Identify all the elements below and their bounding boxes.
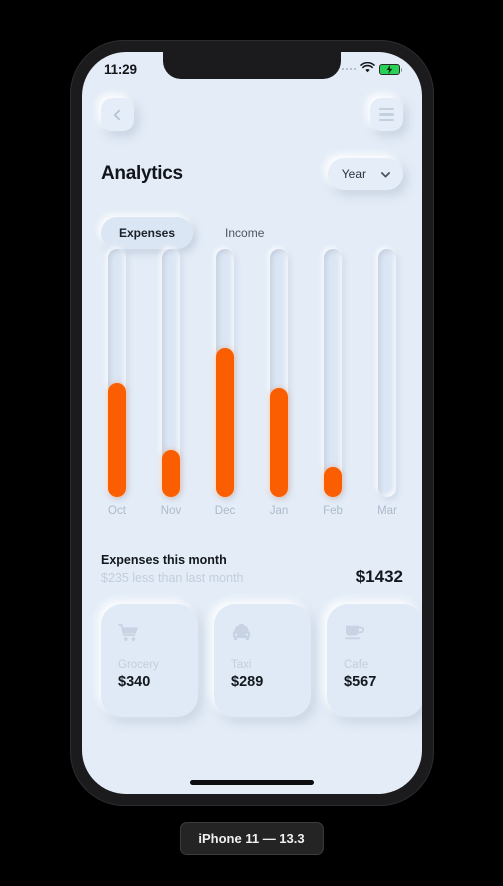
summary-texts: Expenses this month $235 less than last … xyxy=(101,553,243,585)
category-amount: $289 xyxy=(231,674,264,690)
chevron-down-icon xyxy=(380,167,391,178)
title-row: Analytics Year xyxy=(101,158,403,190)
bar-track xyxy=(162,249,180,497)
tab-expenses[interactable]: Expenses xyxy=(101,217,194,249)
home-indicator[interactable] xyxy=(190,780,314,785)
bar-track xyxy=(378,249,396,497)
bar-column[interactable]: Feb xyxy=(317,249,349,517)
bar-column[interactable]: Mar xyxy=(371,249,403,517)
range-select-value: Year xyxy=(341,167,366,181)
category-name: Cafe xyxy=(344,659,369,671)
bar-fill xyxy=(216,348,234,497)
bar-label: Nov xyxy=(160,505,182,517)
taxi-icon xyxy=(231,623,311,649)
signal-dots-icon xyxy=(341,67,356,71)
category-card-taxi[interactable]: Taxi $289 xyxy=(214,604,311,717)
wifi-icon xyxy=(360,60,375,78)
bar-fill xyxy=(162,449,180,497)
bar-track xyxy=(108,249,126,497)
tab-bar: Expenses Income xyxy=(101,217,403,249)
bar-label: Feb xyxy=(323,505,343,517)
category-cards: Grocery $340 Taxi $289 Cafe $567 xyxy=(101,604,422,717)
summary-title: Expenses this month xyxy=(101,553,227,567)
category-amount: $340 xyxy=(118,674,151,690)
bar-column[interactable]: Nov xyxy=(155,249,187,517)
screenshot-stage: 11:29 Analytics Year Expenses Income Oct… xyxy=(0,0,503,886)
bar-label: Dec xyxy=(214,505,236,517)
category-card-grocery[interactable]: Grocery $340 xyxy=(101,604,198,717)
chart-bars: Oct Nov Dec Jan Feb Mar xyxy=(101,249,403,517)
bar-fill xyxy=(108,382,126,497)
app-content: Analytics Year Expenses Income Oct Nov D… xyxy=(82,82,422,794)
bar-label: Oct xyxy=(108,505,126,517)
coffee-cup-icon xyxy=(344,623,422,649)
expenses-summary: Expenses this month $235 less than last … xyxy=(101,553,403,587)
category-name: Grocery xyxy=(118,659,159,671)
bar-column[interactable]: Dec xyxy=(209,249,241,517)
bar-column[interactable]: Jan xyxy=(263,249,295,517)
back-button[interactable] xyxy=(101,98,134,131)
bar-track xyxy=(270,249,288,497)
summary-subtitle: $235 less than last month xyxy=(101,571,244,585)
hamburger-menu-icon xyxy=(379,107,394,122)
bar-label: Jan xyxy=(269,505,289,517)
battery-charging-icon xyxy=(379,63,402,75)
range-select[interactable]: Year xyxy=(327,158,403,190)
menu-button[interactable] xyxy=(370,98,403,131)
bar-fill xyxy=(270,387,288,497)
device-caption: iPhone 11 — 13.3 xyxy=(179,822,324,855)
expenses-bar-chart: Oct Nov Dec Jan Feb Mar xyxy=(101,249,403,539)
bar-label: Mar xyxy=(377,505,397,517)
bar-fill xyxy=(324,467,342,497)
tab-income[interactable]: Income xyxy=(207,217,282,249)
category-card-cafe[interactable]: Cafe $567 xyxy=(327,604,422,717)
phone-screen: 11:29 Analytics Year Expenses Income Oct… xyxy=(82,52,422,794)
bar-column[interactable]: Oct xyxy=(101,249,133,517)
summary-amount: $1432 xyxy=(355,567,403,586)
status-indicators xyxy=(341,60,402,78)
notch xyxy=(163,52,341,79)
category-amount: $567 xyxy=(344,674,377,690)
app-top-bar xyxy=(101,82,403,131)
category-name: Taxi xyxy=(231,659,252,671)
shopping-cart-icon xyxy=(117,623,198,649)
bar-track xyxy=(324,249,342,497)
page-title: Analytics xyxy=(101,163,183,184)
status-time: 11:29 xyxy=(104,61,137,77)
bar-track xyxy=(216,249,234,497)
chevron-left-icon xyxy=(113,108,125,121)
